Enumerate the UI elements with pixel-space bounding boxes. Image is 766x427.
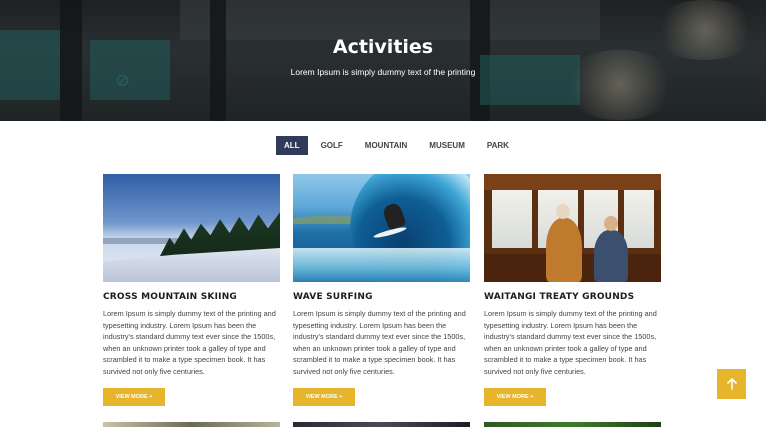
card-title[interactable]: WAVE SURFING	[293, 292, 470, 302]
view-more-button[interactable]: VIEW MORE +	[293, 388, 355, 406]
hero-overlay	[0, 0, 766, 121]
view-more-button[interactable]: VIEW MORE +	[484, 388, 546, 406]
filter-tab-golf[interactable]: GOLF	[312, 136, 352, 155]
next-card-photo[interactable]	[293, 422, 470, 427]
filter-tab-mountain[interactable]: MOUNTAIN	[356, 136, 417, 155]
arrow-up-icon	[726, 378, 737, 390]
skiing-photo[interactable]	[103, 174, 280, 282]
surfing-photo[interactable]	[293, 174, 470, 282]
activity-card: WAVE SURFING Lorem Ipsum is simply dummy…	[293, 174, 470, 406]
card-title[interactable]: CROSS MOUNTAIN SKIING	[103, 292, 280, 302]
back-to-top-button[interactable]	[717, 369, 746, 399]
activity-card: CROSS MOUNTAIN SKIING Lorem Ipsum is sim…	[103, 174, 280, 406]
activity-card: WAITANGI TREATY GROUNDS Lorem Ipsum is s…	[484, 174, 661, 406]
page-subtitle: Lorem Ipsum is simply dummy text of the …	[290, 67, 476, 77]
card-description: Lorem Ipsum is simply dummy text of the …	[293, 309, 466, 376]
filter-tab-park[interactable]: PARK	[478, 136, 518, 155]
card-description: Lorem Ipsum is simply dummy text of the …	[103, 309, 276, 376]
next-card-photo[interactable]	[484, 422, 661, 427]
hero-banner: ⊘ Activities Lorem Ipsum is simply dummy…	[0, 0, 766, 121]
card-title[interactable]: WAITANGI TREATY GROUNDS	[484, 292, 661, 302]
next-card-photo[interactable]	[103, 422, 280, 427]
card-description: Lorem Ipsum is simply dummy text of the …	[484, 309, 657, 376]
filter-tab-museum[interactable]: MUSEUM	[420, 136, 474, 155]
page-title: Activities	[332, 36, 434, 58]
category-filter: ALL GOLF MOUNTAIN MUSEUM PARK	[276, 136, 522, 155]
view-more-button[interactable]: VIEW MORE +	[103, 388, 165, 406]
filter-tab-all[interactable]: ALL	[276, 136, 308, 155]
tram-interior-photo[interactable]	[484, 174, 661, 282]
